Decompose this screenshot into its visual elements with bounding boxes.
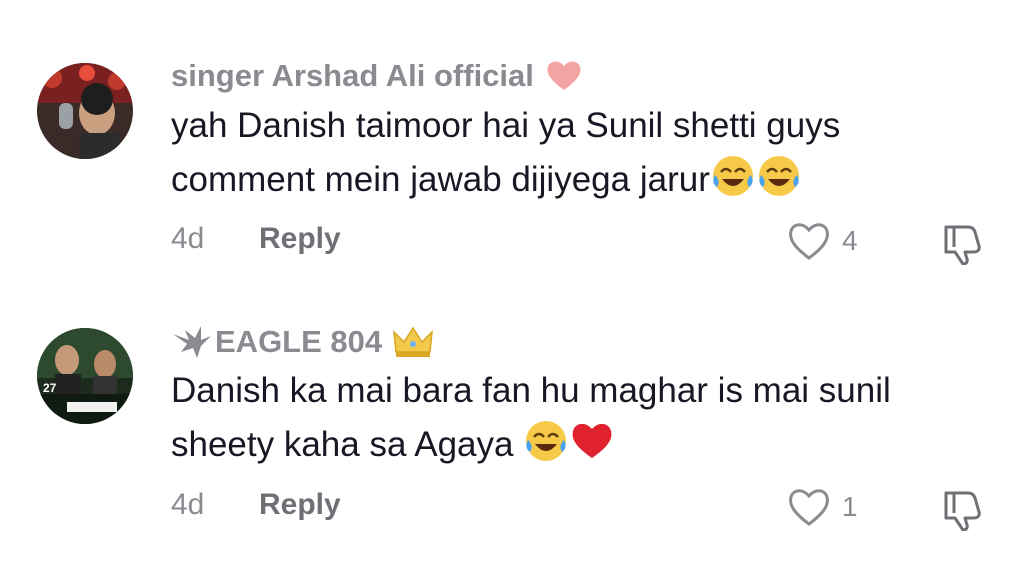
comment-age: 4d bbox=[171, 222, 205, 255]
avatar-photo: 27 bbox=[37, 328, 133, 424]
like-button[interactable]: 4 bbox=[786, 218, 858, 264]
eagle-icon bbox=[171, 322, 213, 362]
dislike-button[interactable] bbox=[940, 485, 986, 532]
avatar[interactable] bbox=[37, 63, 133, 159]
heart-outline-icon bbox=[789, 489, 829, 526]
like-count: 1 bbox=[842, 491, 858, 522]
comment-text: yah Danish taimoor hai ya Sunil shetti g… bbox=[171, 99, 991, 207]
red-heart-icon bbox=[569, 418, 615, 464]
comment-age: 4d bbox=[171, 488, 205, 521]
avatar-photo bbox=[37, 63, 133, 159]
comment-text: Danish ka mai bara fan hu maghar is mai … bbox=[171, 364, 991, 472]
face-with-tears-of-joy-icon bbox=[710, 153, 756, 199]
face-with-tears-of-joy-icon bbox=[756, 153, 802, 199]
like-button[interactable]: 1 bbox=[786, 484, 858, 530]
avatar[interactable]: 27 bbox=[37, 328, 133, 424]
heart-outline-icon bbox=[789, 223, 829, 260]
reply-button[interactable]: Reply bbox=[259, 222, 341, 256]
reply-button[interactable]: Reply bbox=[259, 488, 341, 522]
heart-icon bbox=[544, 56, 584, 96]
username[interactable]: singer Arshad Ali official bbox=[171, 56, 584, 96]
username[interactable]: EAGLE 804 bbox=[171, 322, 434, 362]
face-with-tears-of-joy-icon bbox=[523, 418, 569, 464]
thumbs-down-icon bbox=[944, 225, 981, 266]
username-text: EAGLE 804 bbox=[215, 324, 383, 359]
like-count: 4 bbox=[842, 225, 858, 256]
dislike-button[interactable] bbox=[940, 219, 986, 266]
comment-meta: 4d Reply bbox=[171, 488, 341, 522]
crown-icon bbox=[392, 324, 434, 360]
comment-meta: 4d Reply bbox=[171, 222, 341, 256]
avatar-text: 27 bbox=[43, 381, 57, 395]
thumbs-down-icon bbox=[944, 491, 981, 532]
username-text: singer Arshad Ali official bbox=[171, 58, 534, 93]
